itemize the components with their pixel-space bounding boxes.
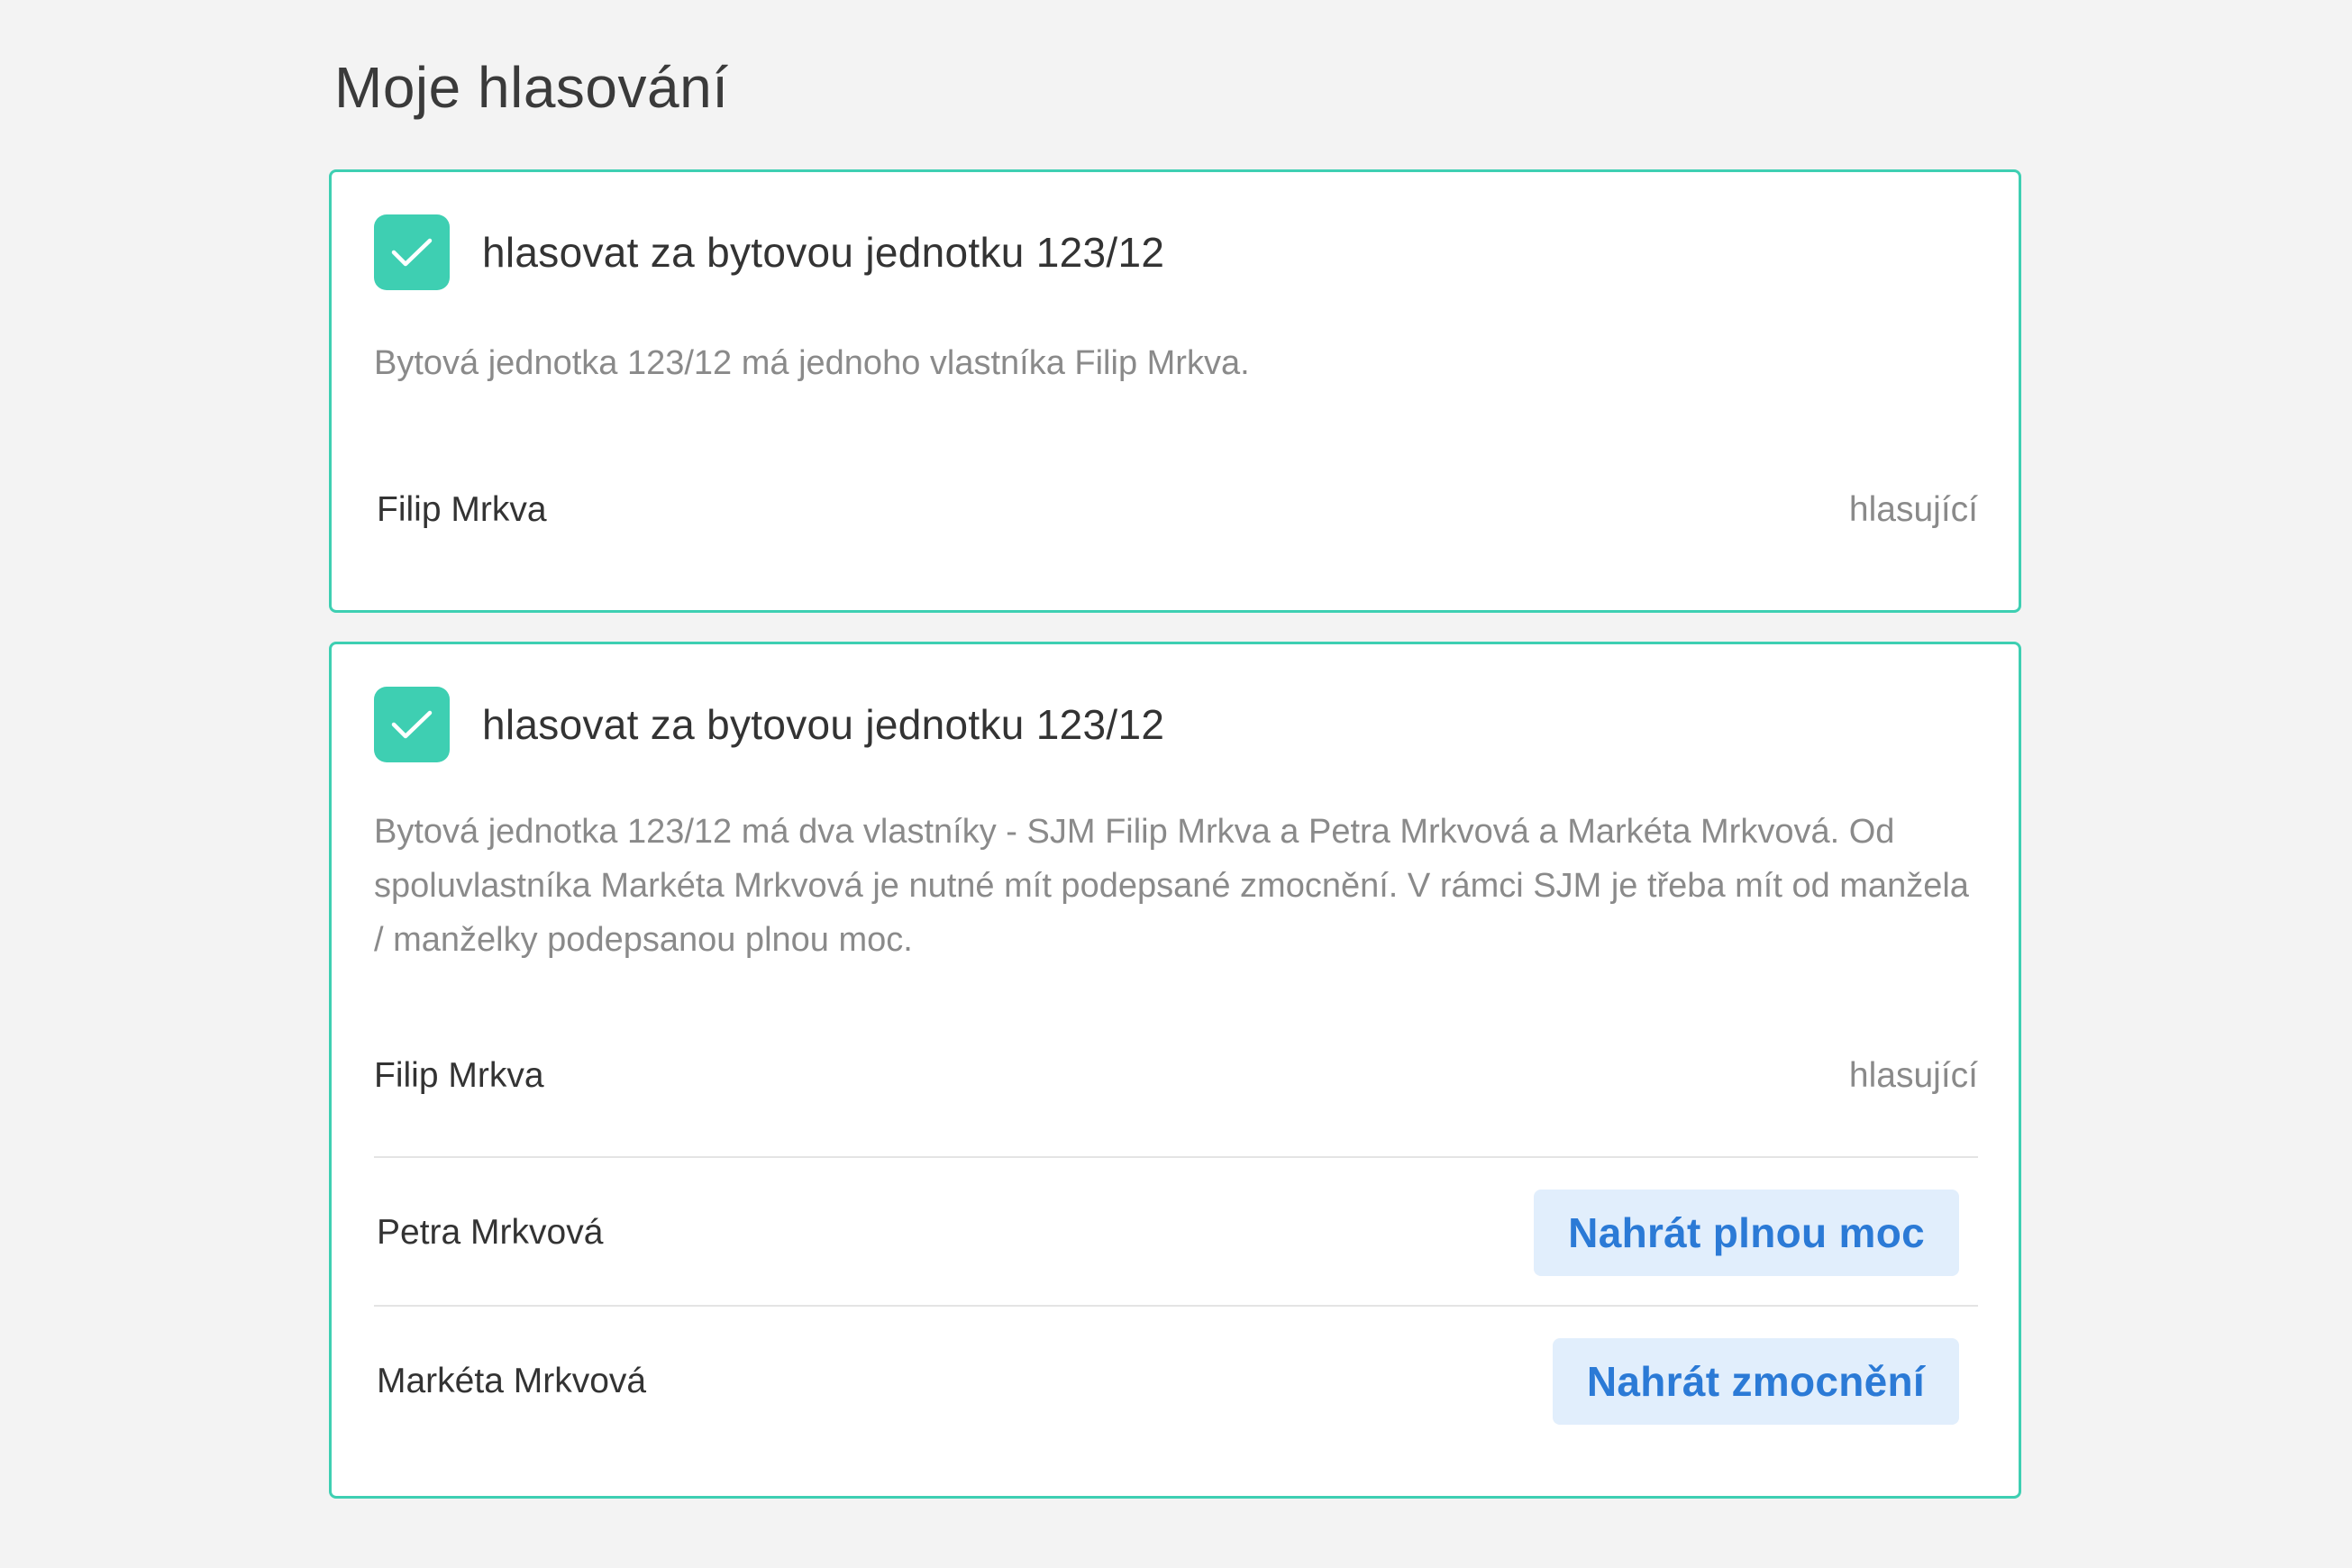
card-title: hlasovat za bytovou jednotku 123/12	[482, 701, 1165, 748]
page-title: Moje hlasování	[334, 55, 729, 120]
owner-row: Petra Mrkvová Nahrát plnou moc	[374, 1188, 1978, 1278]
owner-name: Filip Mrkva	[374, 1056, 544, 1095]
unit-card-2: hlasovat za bytovou jednotku 123/12 Byto…	[329, 642, 2021, 1499]
owner-name: Petra Mrkvová	[377, 1213, 604, 1252]
card-title: hlasovat za bytovou jednotku 123/12	[482, 229, 1165, 276]
card-description: Bytová jednotka 123/12 má jednoho vlastn…	[374, 344, 1250, 382]
check-icon	[391, 710, 433, 739]
divider	[374, 1156, 1978, 1158]
card-description: Bytová jednotka 123/12 má dva vlastníky …	[374, 813, 1969, 959]
owner-row: Markéta Mrkvová Nahrát zmocnění	[374, 1336, 1978, 1427]
card-header: hlasovat za bytovou jednotku 123/12	[374, 214, 1164, 290]
owner-role: hlasující	[1848, 490, 1978, 529]
vote-checkbox[interactable]	[374, 214, 450, 290]
unit-card-1: hlasovat za bytovou jednotku 123/12 Byto…	[329, 169, 2021, 613]
owner-name: Markéta Mrkvová	[377, 1362, 647, 1400]
divider	[374, 1305, 1978, 1307]
owner-name: Filip Mrkva	[377, 490, 547, 529]
check-icon	[391, 238, 433, 267]
owner-row: Filip Mrkva hlasující	[374, 1040, 1978, 1112]
owner-role: hlasující	[1848, 1056, 1978, 1095]
card-header: hlasovat za bytovou jednotku 123/12	[374, 687, 1164, 762]
upload-authorization-button[interactable]: Nahrát zmocnění	[1552, 1338, 1959, 1425]
vote-checkbox[interactable]	[374, 687, 450, 762]
owner-row: Filip Mrkva hlasující	[374, 474, 1978, 546]
upload-power-of-attorney-button[interactable]: Nahrát plnou moc	[1534, 1190, 1959, 1276]
